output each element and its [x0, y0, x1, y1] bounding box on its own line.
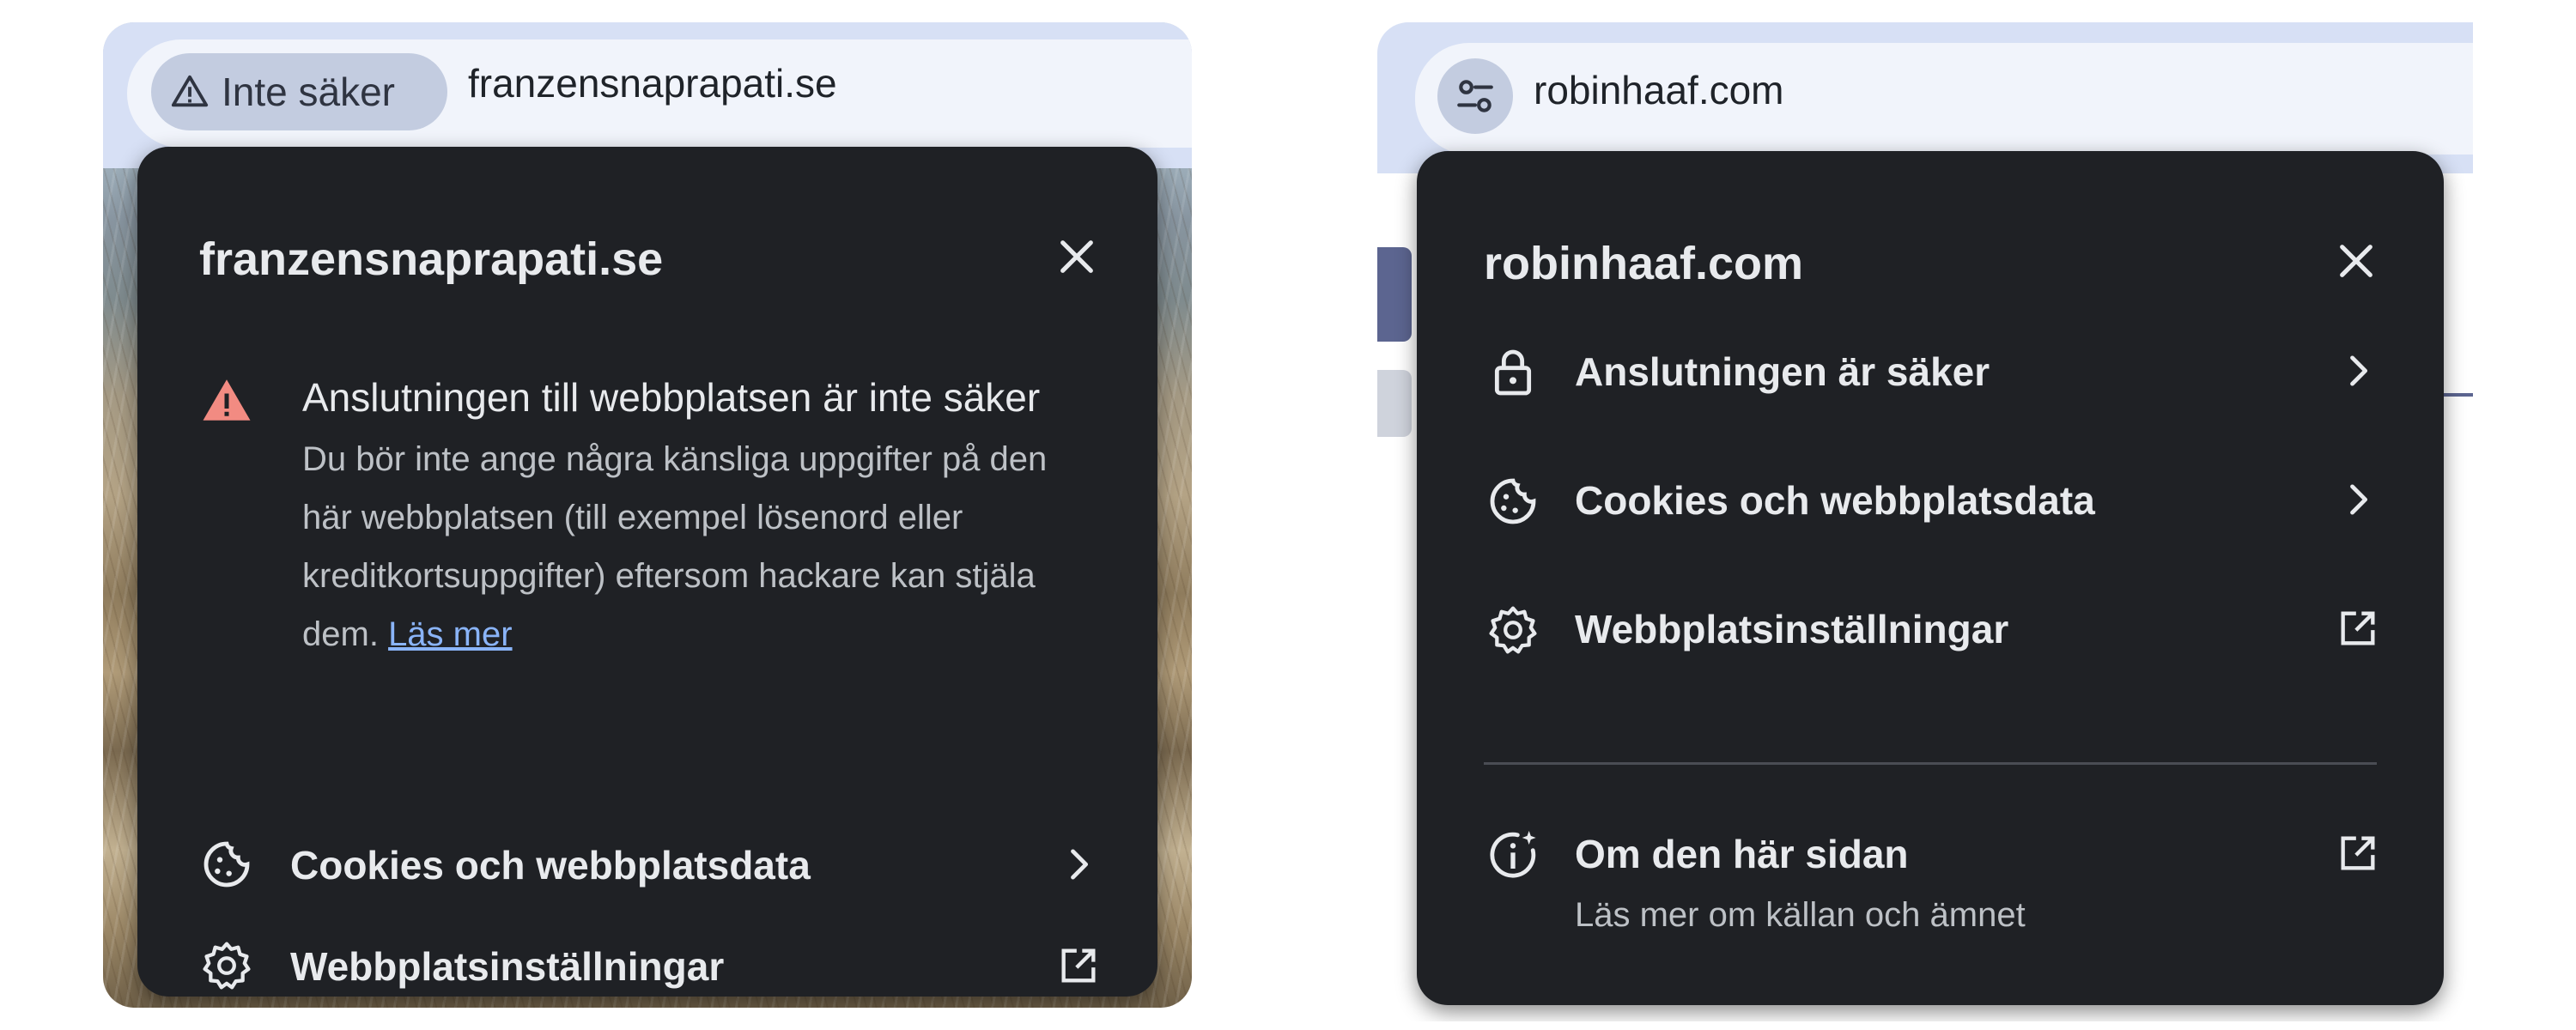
open-in-new-icon — [2341, 836, 2375, 870]
warning-outline-icon — [171, 75, 209, 107]
site-info-popup: franzensnaprapati.se Anslutningen till w… — [137, 147, 1157, 997]
popup-title: robinhaaf.com — [1484, 238, 1804, 289]
lock-icon — [1494, 349, 1532, 396]
site-settings-label: Webbplatsinställningar — [290, 944, 725, 989]
insecure-site-panel: Inte säker franzensnaprapati.se franzens… — [103, 22, 1192, 1008]
connection-row[interactable]: Anslutningen är säker — [1417, 349, 2444, 451]
gear-icon — [203, 942, 251, 990]
cookies-row[interactable]: Cookies och webbplatsdata — [137, 816, 1157, 911]
open-in-new-icon — [2341, 611, 2375, 645]
chevron-right-icon — [2350, 355, 2368, 386]
warning-icon — [203, 379, 251, 421]
chevron-right-icon — [1071, 849, 1089, 880]
site-settings-label: Webbplatsinställningar — [1575, 607, 2009, 651]
url-text[interactable]: robinhaaf.com — [1534, 67, 1784, 113]
cookie-icon — [204, 841, 250, 888]
site-settings-row[interactable]: Webbplatsinställningar — [1417, 606, 2444, 709]
site-info-popup: robinhaaf.com Anslutningen är säker Cook… — [1417, 151, 2444, 1005]
warning-title: Anslutningen till webbplatsen är inte sä… — [302, 375, 1041, 420]
not-secure-chip[interactable]: Inte säker — [151, 53, 447, 130]
site-info-chip[interactable] — [1437, 58, 1513, 134]
popup-title: franzensnaprapati.se — [199, 233, 664, 285]
close-icon[interactable] — [1053, 233, 1101, 281]
cookies-label: Cookies och webbplatsdata — [1575, 478, 2095, 523]
about-page-sublabel: Läs mer om källan och ämnet — [1575, 896, 2026, 934]
gear-icon — [1489, 606, 1537, 654]
cookies-label: Cookies och webbplatsdata — [290, 843, 811, 888]
info-sparkle-icon — [1490, 831, 1536, 878]
not-secure-label: Inte säker — [222, 70, 395, 114]
chevron-right-icon — [2350, 484, 2368, 515]
site-settings-row[interactable]: Webbplatsinställningar — [137, 942, 1157, 1008]
connection-label: Anslutningen är säker — [1575, 349, 1990, 394]
close-icon[interactable] — [2332, 237, 2380, 285]
cookies-row[interactable]: Cookies och webbplatsdata — [1417, 478, 2444, 580]
warning-body: Du bör inte ange några känsliga uppgifte… — [302, 440, 1048, 653]
secure-site-panel: robinhaaf.com robinhaaf.com Anslutningen… — [1377, 22, 2473, 1021]
about-page-row[interactable]: Om den här sidan Läs mer om källan och ä… — [1417, 795, 2444, 941]
url-text[interactable]: franzensnaprapati.se — [468, 60, 837, 106]
divider — [1484, 762, 2377, 765]
open-in-new-icon — [1061, 948, 1096, 983]
learn-more-link[interactable]: Läs mer — [388, 615, 513, 653]
about-page-label: Om den här sidan — [1575, 832, 1909, 876]
cookie-icon — [1490, 478, 1536, 524]
tune-icon — [1457, 80, 1493, 112]
